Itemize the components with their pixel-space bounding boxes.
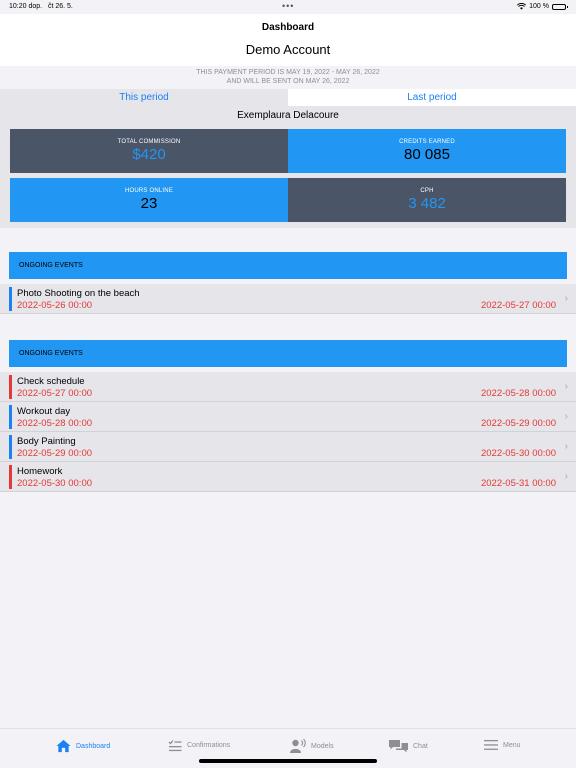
event-start: 2022-05-26 00:00 [17, 300, 93, 311]
wifi-icon [517, 3, 527, 10]
chevron-right-icon: › [564, 381, 568, 392]
cph-value: 3 482 [408, 195, 446, 212]
tabbar-dashboard[interactable]: Dashboard [56, 739, 110, 753]
payment-period-info: THIS PAYMENT PERIOD IS MAY 19, 2022 - MA… [0, 66, 576, 89]
event-color-bar [9, 435, 12, 459]
tabbar-label: Confirmations [187, 742, 231, 749]
tabbar-label: Dashboard [76, 742, 111, 750]
hours-online-label: HOURS ONLINE [124, 188, 174, 194]
header: Dashboard Demo Account [0, 14, 576, 66]
period-line-2: AND WILL BE SENT ON MAY 26, 2022 [226, 78, 350, 85]
tab-this-period[interactable]: This period [0, 89, 288, 106]
tab-last-period[interactable]: Last period [288, 89, 576, 106]
period-line-1: THIS PAYMENT PERIOD IS MAY 19, 2022 - MA… [196, 69, 380, 76]
event-row[interactable]: Homework 2022-05-30 00:00 2022-05-31 00:… [0, 462, 576, 492]
event-row[interactable]: Check schedule 2022-05-27 00:00 2022-05-… [0, 372, 576, 402]
battery-percent: 100 % [529, 3, 549, 10]
credits-earned-tile: CREDITS EARNED 80 085 [288, 129, 566, 173]
chevron-right-icon: › [564, 471, 568, 482]
tabbar-confirmations[interactable]: Confirmations [168, 739, 230, 752]
event-color-bar [9, 287, 12, 311]
period-tabs: This period Last period [0, 89, 576, 106]
tabbar-chat[interactable]: Chat [389, 739, 428, 753]
cph-label: CPH [420, 188, 434, 194]
cph-tile: CPH 3 482 [288, 178, 566, 222]
event-end: 2022-05-28 00:00 [480, 388, 556, 399]
event-end: 2022-05-29 00:00 [480, 418, 556, 429]
chevron-right-icon: › [564, 441, 568, 452]
hours-online-tile: HOURS ONLINE 23 [10, 178, 288, 222]
event-end: 2022-05-31 00:00 [480, 478, 556, 489]
person-speaking-icon [290, 739, 306, 753]
event-row[interactable]: Body Painting 2022-05-29 00:00 2022-05-3… [0, 432, 576, 462]
total-commission-value: $420 [132, 146, 166, 163]
credits-earned-label: CREDITS EARNED [399, 139, 455, 145]
event-start: 2022-05-29 00:00 [17, 448, 93, 459]
tabbar-label: Chat [413, 742, 428, 750]
event-end: 2022-05-27 00:00 [480, 300, 556, 311]
section-header-ongoing-events: ONGOING EVENTS [9, 340, 567, 367]
tabbar-menu[interactable]: Menu [484, 739, 521, 751]
chat-bubbles-icon [389, 740, 408, 753]
event-color-bar [9, 405, 12, 429]
account-name: Demo Account [245, 42, 331, 57]
home-indicator[interactable] [199, 759, 377, 763]
status-time: 10:20 dop. čt 26. 5. [9, 3, 73, 10]
event-color-bar [9, 465, 12, 489]
event-name: Body Painting [17, 436, 76, 447]
event-name: Check schedule [17, 376, 85, 387]
event-name: Photo Shooting on the beach [17, 288, 140, 299]
event-row[interactable]: Photo Shooting on the beach 2022-05-26 0… [0, 284, 576, 314]
event-name: Homework [17, 466, 63, 477]
multitasking-dots[interactable]: ••• [282, 1, 294, 11]
event-row[interactable]: Workout day 2022-05-28 00:00 2022-05-29 … [0, 402, 576, 432]
status-right: 100 % [517, 3, 568, 10]
chevron-right-icon: › [564, 293, 568, 304]
event-name: Workout day [17, 406, 71, 417]
event-start: 2022-05-30 00:00 [17, 478, 93, 489]
total-commission-tile: TOTAL COMMISSION $420 [10, 129, 288, 173]
event-start: 2022-05-27 00:00 [17, 388, 93, 399]
credits-earned-value: 80 085 [404, 146, 450, 163]
hours-online-value: 23 [140, 195, 158, 212]
section-header-ongoing-events: ONGOING EVENTS [9, 252, 567, 279]
event-color-bar [9, 375, 12, 399]
tabbar-label: Models [311, 742, 334, 750]
tabbar-label: Menu [503, 741, 521, 749]
chevron-right-icon: › [564, 411, 568, 422]
total-commission-label: TOTAL COMMISSION [117, 139, 181, 145]
event-end: 2022-05-30 00:00 [480, 448, 556, 459]
page-title: Dashboard [261, 22, 315, 33]
checklist-icon [168, 740, 182, 752]
home-icon [56, 739, 71, 753]
battery-icon [552, 3, 568, 10]
event-start: 2022-05-28 00:00 [17, 418, 93, 429]
hamburger-menu-icon [484, 740, 498, 750]
tabbar-models[interactable]: Models [290, 739, 334, 753]
status-bar: 10:20 dop. čt 26. 5. ••• 100 % [0, 0, 576, 14]
